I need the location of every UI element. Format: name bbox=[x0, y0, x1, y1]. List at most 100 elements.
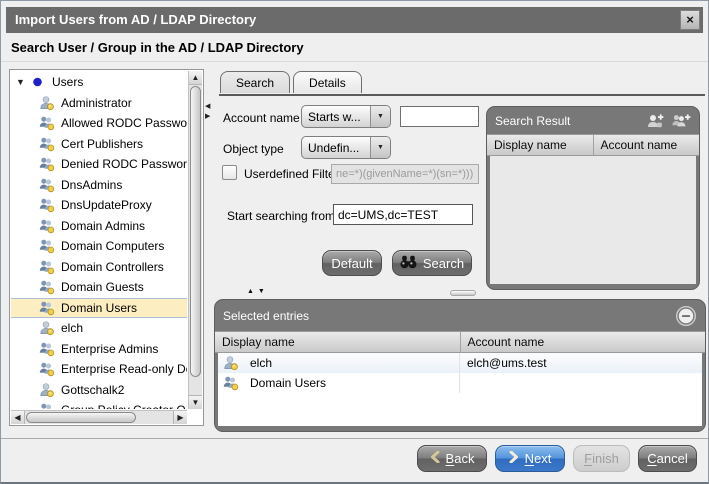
account-name-input[interactable] bbox=[400, 106, 479, 127]
close-icon[interactable]: × bbox=[680, 10, 700, 30]
group-icon bbox=[223, 375, 240, 391]
container-icon bbox=[30, 74, 47, 90]
user-icon bbox=[39, 382, 56, 398]
tree-item-label: DnsAdmins bbox=[61, 178, 122, 192]
tree-vertical-scrollbar[interactable]: ▲ ▼ bbox=[188, 71, 202, 409]
tree-item-domain-users[interactable]: Domain Users bbox=[11, 298, 187, 319]
collapse-panel-icon[interactable] bbox=[675, 305, 697, 327]
expander-icon[interactable]: ▼ bbox=[16, 77, 30, 87]
account-name-label: Account name bbox=[223, 111, 300, 125]
tree-item-label: Enterprise Read-only Dom bbox=[61, 362, 187, 376]
column-header-account-name[interactable]: Account name bbox=[461, 332, 706, 352]
add-user-icon[interactable] bbox=[645, 113, 665, 129]
column-header-display-name[interactable]: Display name bbox=[215, 332, 461, 352]
back-button-label: Back bbox=[446, 451, 475, 466]
object-type-label: Object type bbox=[223, 142, 284, 156]
cancel-button-label: Cancel bbox=[647, 451, 687, 466]
scroll-down-icon[interactable]: ▼ bbox=[189, 395, 202, 409]
dialog-title: Import Users from AD / LDAP Directory bbox=[15, 12, 256, 27]
tree-splitter-toggle[interactable]: ◀ ▶ bbox=[205, 103, 215, 120]
scroll-right-icon[interactable]: ▶ bbox=[173, 411, 187, 424]
import-users-dialog: Import Users from AD / LDAP Directory × … bbox=[0, 0, 709, 484]
tree-item-administrator[interactable]: Administrator bbox=[11, 93, 187, 114]
tree-item-users-root[interactable]: ▼Users bbox=[11, 72, 187, 93]
chevron-down-icon[interactable]: ▼ bbox=[370, 137, 390, 158]
panel-splitter-arrows[interactable]: ▲▼ bbox=[247, 288, 269, 295]
tree-item-cert-publishers[interactable]: Cert Publishers bbox=[11, 134, 187, 155]
tab-search[interactable]: Search bbox=[220, 71, 290, 93]
selected-entry-row[interactable]: Domain Users bbox=[218, 373, 702, 393]
column-header-display-name[interactable]: Display name bbox=[487, 135, 594, 155]
tree-item-denied-rodc-password-r[interactable]: Denied RODC Password R bbox=[11, 154, 187, 175]
scroll-up-icon[interactable]: ▲ bbox=[189, 71, 202, 85]
search-result-column-headers: Display name Account name bbox=[487, 134, 699, 156]
selected-entries-panel: Selected entries Display name Account na… bbox=[214, 299, 706, 432]
tree-item-label: elch bbox=[61, 321, 83, 335]
tree-item-domain-admins[interactable]: Domain Admins bbox=[11, 216, 187, 237]
panel-footer bbox=[215, 426, 705, 431]
chevron-left-icon bbox=[430, 451, 440, 466]
back-button[interactable]: Back bbox=[417, 445, 487, 472]
default-button[interactable]: Default bbox=[322, 250, 382, 276]
tree-item-label: Domain Admins bbox=[61, 219, 145, 233]
userdefined-filter-input[interactable] bbox=[331, 164, 479, 184]
tree-item-dnsupdateproxy[interactable]: DnsUpdateProxy bbox=[11, 195, 187, 216]
tree-item-domain-computers[interactable]: Domain Computers bbox=[11, 236, 187, 257]
user-icon bbox=[39, 95, 56, 111]
tree-item-label: Group Policy Creator O bbox=[61, 403, 186, 409]
add-group-icon[interactable] bbox=[671, 113, 691, 129]
account-match-select[interactable]: Starts w... ▼ bbox=[301, 105, 391, 128]
tree-item-gottschalk2[interactable]: Gottschalk2 bbox=[11, 380, 187, 401]
tab-details[interactable]: Details bbox=[293, 71, 362, 93]
tree-item-label: Allowed RODC Password bbox=[61, 116, 187, 130]
binoculars-icon bbox=[400, 255, 417, 271]
scroll-left-icon[interactable]: ◀ bbox=[11, 411, 25, 424]
search-result-body[interactable] bbox=[490, 156, 696, 284]
tree-item-group-policy-creator-o[interactable]: Group Policy Creator O bbox=[11, 400, 187, 409]
finish-button[interactable]: Finish bbox=[573, 445, 630, 472]
object-type-select[interactable]: Undefin... ▼ bbox=[301, 136, 391, 159]
cancel-button[interactable]: Cancel bbox=[638, 445, 697, 472]
group-icon bbox=[39, 177, 56, 193]
tree-item-dnsadmins[interactable]: DnsAdmins bbox=[11, 175, 187, 196]
search-button[interactable]: Search bbox=[392, 250, 472, 276]
user-icon bbox=[223, 355, 240, 371]
group-icon bbox=[39, 238, 56, 254]
userdefined-filter-checkbox[interactable] bbox=[222, 165, 237, 180]
tree-item-label: Administrator bbox=[61, 96, 132, 110]
user-icon bbox=[39, 320, 56, 336]
search-result-panel: Search Result Display name Account name bbox=[486, 106, 700, 290]
expand-right-icon[interactable]: ▶ bbox=[205, 113, 215, 120]
group-icon bbox=[39, 156, 56, 172]
tree-item-enterprise-read-only-dom[interactable]: Enterprise Read-only Dom bbox=[11, 359, 187, 380]
vertical-scroll-thumb[interactable] bbox=[190, 86, 201, 377]
group-icon bbox=[39, 300, 56, 316]
tab-underline bbox=[219, 94, 705, 96]
tree-horizontal-scrollbar[interactable]: ◀ ▶ bbox=[11, 410, 187, 424]
account-match-value: Starts w... bbox=[302, 110, 370, 124]
tree-item-label: Cert Publishers bbox=[61, 137, 143, 151]
collapse-left-icon[interactable]: ◀ bbox=[205, 103, 215, 110]
tree-item-label: Gottschalk2 bbox=[61, 383, 124, 397]
entry-display-name: Domain Users bbox=[250, 376, 326, 390]
horizontal-scroll-thumb[interactable] bbox=[26, 412, 136, 423]
column-header-account-name[interactable]: Account name bbox=[594, 135, 700, 155]
tree-item-elch[interactable]: elch bbox=[11, 318, 187, 339]
start-searching-from-input[interactable] bbox=[333, 204, 473, 225]
ad-tree-panel: ▼Users Administrator Allowed RODC Password… bbox=[9, 69, 204, 426]
selected-entry-row[interactable]: elchelch@ums.test bbox=[218, 353, 702, 373]
default-button-label: Default bbox=[331, 256, 372, 271]
panel-splitter-handle[interactable] bbox=[450, 290, 476, 296]
wizard-buttons: Back Next Finish Cancel bbox=[417, 445, 697, 472]
chevron-down-icon[interactable]: ▼ bbox=[370, 106, 390, 127]
group-icon bbox=[39, 402, 56, 409]
tree-item-domain-controllers[interactable]: Domain Controllers bbox=[11, 257, 187, 278]
tree-item-enterprise-admins[interactable]: Enterprise Admins bbox=[11, 339, 187, 360]
search-tabs: Search Details bbox=[220, 71, 362, 93]
dialog-titlebar[interactable]: Import Users from AD / LDAP Directory × bbox=[6, 7, 703, 33]
tree-item-allowed-rodc-password[interactable]: Allowed RODC Password bbox=[11, 113, 187, 134]
tree-item-domain-guests[interactable]: Domain Guests bbox=[11, 277, 187, 298]
object-type-value: Undefin... bbox=[302, 141, 370, 155]
selected-entries-column-headers: Display name Account name bbox=[215, 331, 705, 353]
next-button[interactable]: Next bbox=[495, 445, 565, 472]
